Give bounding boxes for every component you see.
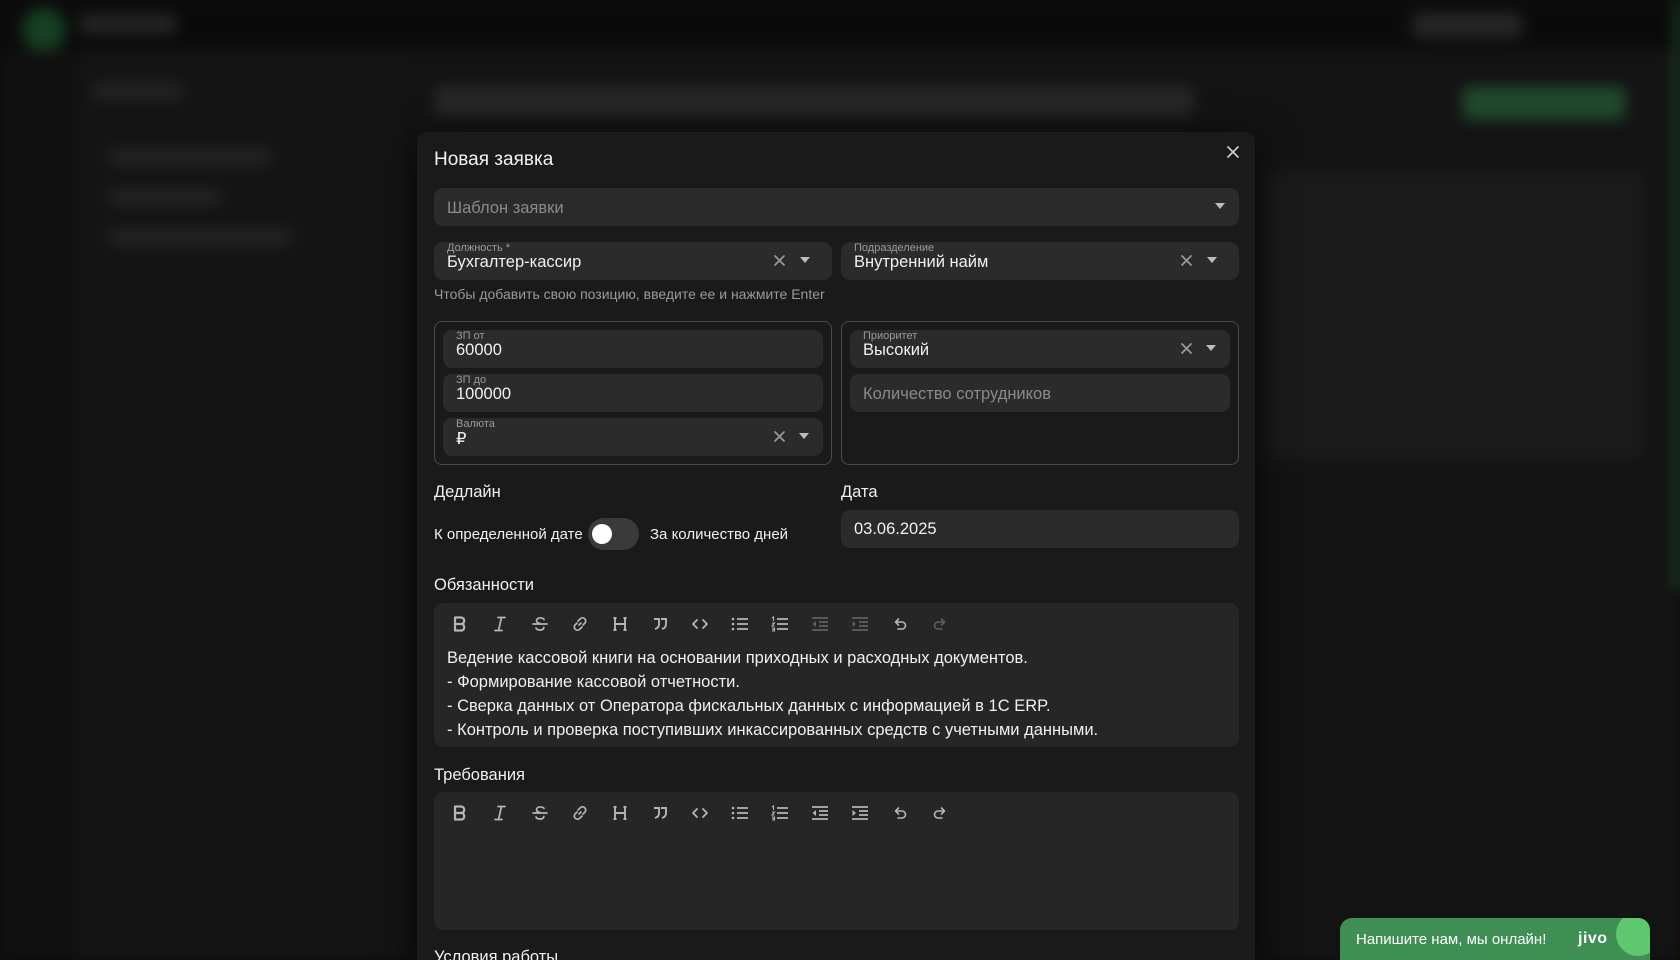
deadline-option-days: За количество дней <box>650 526 789 543</box>
template-placeholder: Шаблон заявки <box>447 199 564 217</box>
indent-icon[interactable] <box>848 612 872 636</box>
indent-icon[interactable] <box>848 801 872 825</box>
salary-from-input[interactable]: ЗП от 60000 <box>443 330 823 368</box>
chevron-down-icon[interactable] <box>797 253 813 267</box>
ordered-list-icon[interactable] <box>768 801 792 825</box>
duties-line: - Сверка данных от Оператора фискальных … <box>447 697 1051 715</box>
heading-icon[interactable] <box>608 612 632 636</box>
salary-to-input[interactable]: ЗП до 100000 <box>443 374 823 412</box>
salary-to-value: 100000 <box>456 385 512 403</box>
requirements-label: Требования <box>434 766 525 784</box>
modal-title: Новая заявка <box>434 149 554 170</box>
bg-user-menu <box>1412 12 1522 38</box>
toggle-knob <box>592 524 612 544</box>
currency-select[interactable]: Валюта ₽ <box>443 418 823 456</box>
template-select[interactable]: Шаблон заявки <box>434 188 1239 226</box>
undo-icon[interactable] <box>888 612 912 636</box>
chevron-down-icon[interactable] <box>1203 341 1219 355</box>
italic-icon[interactable] <box>488 801 512 825</box>
chevron-down-icon[interactable] <box>796 429 812 443</box>
strikethrough-icon[interactable] <box>528 801 552 825</box>
clear-icon[interactable] <box>771 252 787 268</box>
undo-icon[interactable] <box>888 801 912 825</box>
redo-icon[interactable] <box>928 612 952 636</box>
clear-icon[interactable] <box>1178 340 1194 356</box>
employee-count-placeholder: Количество сотрудников <box>863 385 1051 403</box>
department-select[interactable]: Подразделение Внутренний найм <box>841 242 1239 280</box>
duties-line: Ведение кассовой книги на основании прих… <box>447 649 1028 667</box>
code-icon[interactable] <box>688 801 712 825</box>
date-label: Дата <box>841 483 878 501</box>
close-button[interactable] <box>1223 144 1243 164</box>
bg-header-bar <box>434 86 1194 116</box>
ordered-list-icon[interactable] <box>768 612 792 636</box>
bullet-list-icon[interactable] <box>728 801 752 825</box>
chevron-down-icon[interactable] <box>1212 199 1228 213</box>
bg-card <box>1264 170 1644 460</box>
requirements-editor[interactable] <box>434 792 1239 930</box>
requirements-toolbar <box>448 801 952 825</box>
code-icon[interactable] <box>688 612 712 636</box>
duties-content[interactable]: Ведение кассовой книги на основании прих… <box>447 646 1098 742</box>
quote-icon[interactable] <box>648 801 672 825</box>
salary-from-value: 60000 <box>456 341 502 359</box>
duties-line: - Контроль и проверка поступивших инкасс… <box>447 721 1099 739</box>
heading-icon[interactable] <box>608 801 632 825</box>
priority-select[interactable]: Приоритет Высокий <box>850 330 1230 368</box>
bg-logo <box>22 8 66 52</box>
chat-widget-text: Напишите нам, мы онлайн! <box>1356 931 1547 948</box>
priority-value: Высокий <box>863 341 930 359</box>
chevron-down-icon[interactable] <box>1204 253 1220 267</box>
outdent-icon[interactable] <box>808 801 832 825</box>
close-icon <box>1227 145 1239 163</box>
bold-icon[interactable] <box>448 801 472 825</box>
outdent-icon[interactable] <box>808 612 832 636</box>
link-icon[interactable] <box>568 612 592 636</box>
chat-corner-decoration <box>1616 918 1650 956</box>
clear-icon[interactable] <box>771 428 787 444</box>
bg-scrollbar <box>1676 0 1680 590</box>
currency-value: ₽ <box>456 430 467 448</box>
department-value: Внутренний найм <box>854 253 989 271</box>
bullet-list-icon[interactable] <box>728 612 752 636</box>
position-select[interactable]: Должность * Бухгалтер-кассир <box>434 242 832 280</box>
italic-icon[interactable] <box>488 612 512 636</box>
bold-icon[interactable] <box>448 612 472 636</box>
chat-widget[interactable]: Напишите нам, мы онлайн! jivo <box>1340 918 1650 960</box>
work-conditions-label: Условия работы <box>434 948 559 960</box>
deadline-label: Дедлайн <box>434 483 501 501</box>
bg-green-button <box>1462 86 1626 120</box>
quote-icon[interactable] <box>648 612 672 636</box>
link-icon[interactable] <box>568 801 592 825</box>
requirements-content[interactable] <box>447 835 1227 915</box>
bg-left-panel <box>80 50 400 960</box>
chat-brand-logo: jivo <box>1578 930 1608 947</box>
new-request-modal: Новая заявка Шаблон заявки Должность * Б… <box>417 132 1255 960</box>
duties-toolbar <box>448 612 952 636</box>
duties-label: Обязанности <box>434 576 535 594</box>
date-input[interactable]: 03.06.2025 <box>841 510 1239 548</box>
position-hint: Чтобы добавить свою позицию, введите ее … <box>434 286 825 302</box>
position-value: Бухгалтер-кассир <box>447 253 582 271</box>
bg-sidebar <box>0 50 80 960</box>
redo-icon[interactable] <box>928 801 952 825</box>
duties-line: - Формирование кассовой отчетности. <box>447 673 740 691</box>
deadline-toggle[interactable] <box>588 518 639 550</box>
strikethrough-icon[interactable] <box>528 612 552 636</box>
deadline-option-date: К определенной дате <box>434 526 583 543</box>
duties-editor[interactable]: Ведение кассовой книги на основании прих… <box>434 603 1239 747</box>
clear-icon[interactable] <box>1178 252 1194 268</box>
bg-logo-text <box>80 14 176 34</box>
date-value: 03.06.2025 <box>854 520 937 538</box>
employee-count-input[interactable]: Количество сотрудников <box>850 374 1230 412</box>
